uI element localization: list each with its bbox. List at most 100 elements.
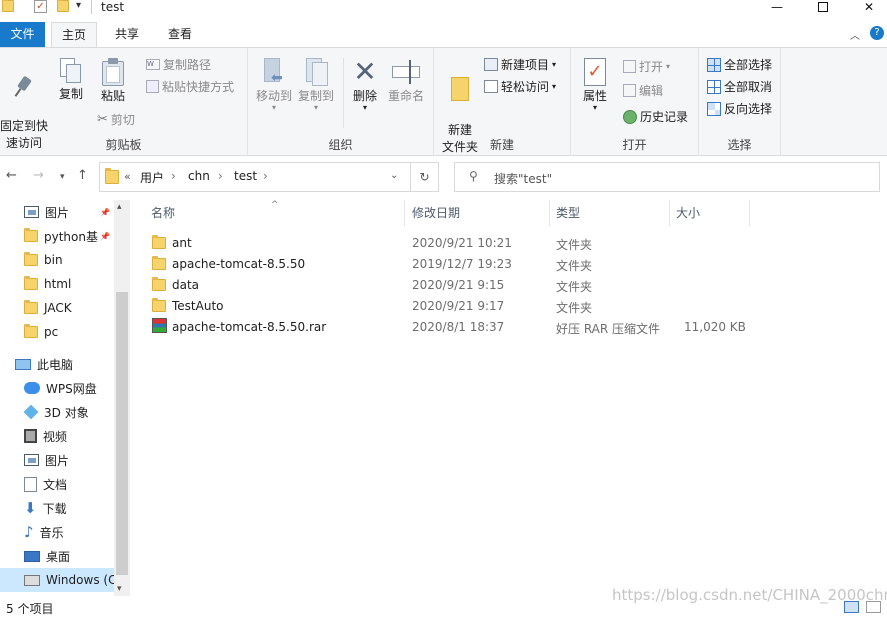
file-name: data — [172, 278, 200, 292]
file-row[interactable]: apache-tomcat-8.5.50.rar 2020/8/1 18:37 好压… — [152, 317, 752, 338]
nav-item[interactable]: 文档 — [0, 472, 114, 496]
dropdown-arrow-icon: ▾ — [552, 82, 557, 91]
tab-share[interactable]: 共享 — [105, 22, 149, 47]
nav-item[interactable]: 视频 — [0, 424, 114, 448]
close-button[interactable]: ✕ — [846, 0, 887, 14]
new-item-button[interactable]: 新建项目 ▾ — [484, 56, 556, 73]
select-none-button[interactable]: 全部取消 — [707, 78, 772, 95]
delete-button[interactable]: ✕ 删除 ▾ — [348, 58, 382, 112]
nav-item[interactable]: WPS网盘 — [0, 376, 114, 400]
collapse-ribbon-icon[interactable]: ︿ — [850, 27, 860, 42]
invert-selection-button[interactable]: 反向选择 — [707, 100, 772, 117]
nav-item[interactable]: ⬇ 下载 — [0, 496, 114, 520]
tab-view[interactable]: 查看 — [156, 22, 204, 47]
history-icon — [623, 109, 637, 124]
select-all-label: 全部选择 — [724, 58, 773, 72]
forward-button[interactable]: → — [33, 168, 44, 183]
nav-item-label: 图片 — [45, 205, 70, 220]
select-all-button[interactable]: 全部选择 — [707, 56, 772, 73]
edit-button[interactable]: 编辑 — [623, 82, 663, 99]
address-overflow[interactable]: « — [124, 170, 131, 183]
nav-item[interactable]: 此电脑 — [0, 352, 114, 376]
properties-button[interactable]: ✓ 属性 ▾ — [577, 58, 613, 112]
copy-path-icon: W — [146, 59, 160, 70]
nav-item-label: 文档 — [43, 477, 68, 492]
nav-item[interactable]: python基 📌 — [0, 224, 114, 248]
nav-item-label: html — [44, 277, 72, 291]
recent-locations-button[interactable]: ▾ — [60, 172, 65, 182]
file-row[interactable]: apache-tomcat-8.5.50 2019/12/7 19:23 文件夹 — [152, 254, 752, 275]
scroll-down-icon[interactable]: ▾ — [117, 584, 122, 594]
properties-label: 属性 — [582, 89, 607, 103]
nav-item-label: 视频 — [43, 429, 68, 444]
nav-scrollbar[interactable]: ▴ ▾ — [114, 200, 130, 596]
search-box[interactable]: ⚲ 搜索"test" — [454, 162, 880, 192]
paste-shortcut-button[interactable]: 粘贴快捷方式 — [146, 78, 234, 95]
nav-item[interactable]: pc — [0, 320, 114, 344]
copy-label: 复制 — [58, 87, 83, 101]
nav-item[interactable]: 桌面 — [0, 544, 114, 568]
title-bar: ✓ ▾ test — ✕ — [0, 0, 887, 22]
breadcrumb-users[interactable]: 用户 — [140, 169, 164, 186]
nav-item[interactable]: ♪ 音乐 — [0, 520, 114, 544]
new-folder-icon — [449, 75, 471, 103]
address-bar[interactable]: « 用户 › chn › test › ⌄ — [99, 162, 411, 192]
column-type[interactable]: 类型 — [550, 200, 670, 226]
address-dropdown-icon[interactable]: ⌄ — [390, 170, 398, 181]
file-name: ant — [172, 236, 192, 250]
invert-selection-icon — [707, 101, 721, 116]
nav-item[interactable]: 图片 — [0, 448, 114, 472]
breadcrumb-test[interactable]: test — [234, 169, 257, 183]
copy-button[interactable]: 复制 — [52, 58, 90, 103]
cut-button[interactable]: ✂ 剪切 — [97, 111, 135, 128]
column-date-modified[interactable]: 修改日期 — [406, 200, 550, 226]
open-group-label: 打开 — [622, 138, 647, 152]
file-row[interactable]: TestAuto 2020/9/21 9:17 文件夹 — [152, 296, 752, 317]
nav-item[interactable]: 3D 对象 — [0, 400, 114, 424]
copy-to-button[interactable]: 复制到 ▾ — [294, 58, 338, 112]
close-icon: ✕ — [863, 0, 875, 14]
rename-label: 重命名 — [387, 89, 424, 103]
rename-button[interactable]: 重命名 — [386, 58, 426, 105]
breadcrumb-separator-icon[interactable]: › — [218, 169, 223, 183]
file-row[interactable]: data 2020/9/21 9:15 文件夹 — [152, 275, 752, 296]
easy-access-button[interactable]: 轻松访问 ▾ — [484, 78, 556, 95]
dropdown-arrow-icon: ▾ — [271, 103, 276, 112]
scroll-up-icon[interactable]: ▴ — [117, 202, 122, 212]
properties-quick-icon[interactable]: ✓ — [34, 0, 47, 13]
minimize-button[interactable]: — — [754, 0, 800, 14]
paste-button[interactable]: 粘贴 — [94, 58, 132, 105]
refresh-button[interactable]: ↻ — [411, 162, 439, 192]
file-row[interactable]: ant 2020/9/21 10:21 文件夹 — [152, 233, 752, 254]
back-button[interactable]: ← — [6, 168, 17, 183]
search-input[interactable]: 搜索"test" — [494, 170, 552, 187]
maximize-button[interactable] — [800, 0, 846, 14]
tab-home[interactable]: 主页 — [51, 22, 97, 47]
breadcrumb-chn[interactable]: chn — [188, 169, 210, 183]
folder-icon — [2, 0, 14, 12]
nav-item[interactable]: Windows (C — [0, 568, 114, 592]
column-size[interactable]: 大小 — [670, 200, 750, 226]
new-folder-quick-icon[interactable] — [57, 0, 69, 12]
open-button[interactable]: 打开 ▾ — [623, 58, 670, 75]
breadcrumb-separator-icon[interactable]: › — [171, 169, 176, 183]
clipboard-group: 固定到快 速访问 复制 粘贴 W 复制路径 粘贴快捷方式 ✂ 剪切 剪贴板 — [0, 48, 248, 156]
history-button[interactable]: 历史记录 — [623, 108, 688, 125]
documents-icon — [24, 476, 37, 492]
search-icon: ⚲ — [469, 169, 478, 183]
up-button[interactable]: ↑ — [77, 168, 88, 183]
nav-item[interactable]: JACK — [0, 296, 114, 320]
copy-path-button[interactable]: W 复制路径 — [146, 56, 211, 73]
help-icon[interactable]: ? — [870, 26, 884, 40]
scroll-thumb[interactable] — [116, 292, 128, 575]
nav-item[interactable]: html — [0, 272, 114, 296]
music-icon: ♪ — [24, 522, 34, 541]
minimize-icon: — — [771, 0, 783, 14]
nav-item[interactable]: bin — [0, 248, 114, 272]
nav-item[interactable]: 图片 📌 — [0, 200, 114, 224]
column-name[interactable]: 名称 — [145, 200, 405, 226]
breadcrumb-separator-icon[interactable]: › — [263, 169, 268, 183]
tab-file[interactable]: 文件 — [0, 22, 45, 47]
move-to-button[interactable]: ⬅ 移动到 ▾ — [252, 58, 296, 112]
customize-quick-access-icon[interactable]: ▾ — [76, 0, 81, 11]
